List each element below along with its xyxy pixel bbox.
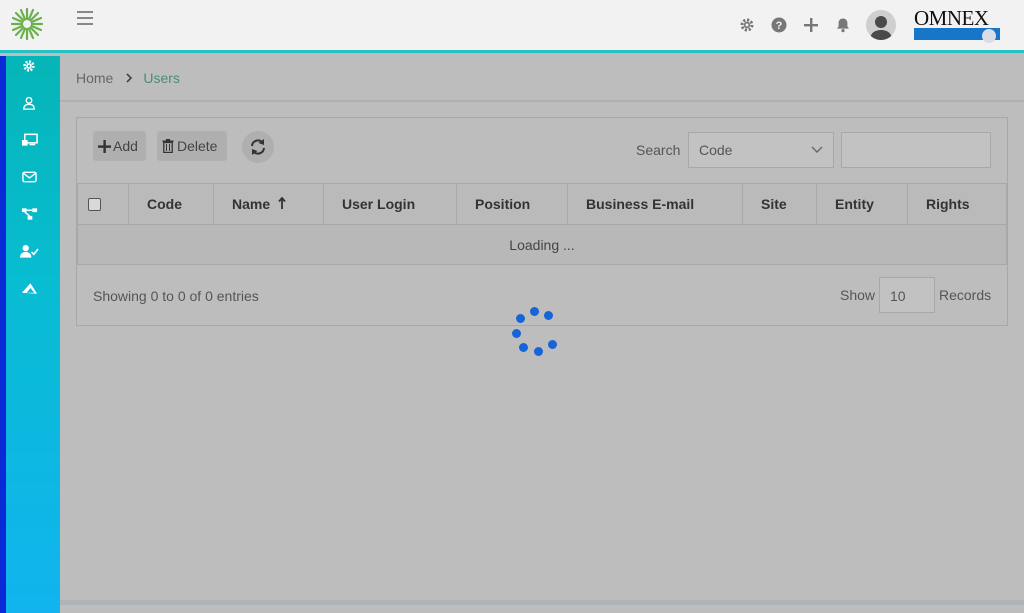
search-field-value: Code: [699, 142, 733, 158]
org-chart-icon[interactable]: [17, 202, 41, 226]
user-avatar[interactable]: [866, 10, 896, 40]
brand-bar: [914, 28, 1000, 43]
mail-icon[interactable]: [17, 165, 41, 189]
sort-ascending-icon: [278, 196, 286, 212]
settings-icon[interactable]: [17, 54, 41, 78]
search-label: Search: [636, 142, 681, 158]
plus-icon[interactable]: [802, 17, 819, 34]
add-button[interactable]: Add: [93, 131, 146, 161]
user-icon[interactable]: [17, 91, 41, 115]
column-header-business-email[interactable]: Business E-mail: [567, 183, 743, 225]
entries-info: Showing 0 to 0 of 0 entries: [93, 288, 259, 304]
search-field-select[interactable]: Code: [688, 132, 834, 168]
add-button-label: Add: [113, 138, 138, 154]
table-header-row: Code Name User Login Position Business E…: [77, 183, 1007, 225]
refresh-icon: [251, 139, 265, 155]
table-row: Loading ...: [77, 224, 1007, 265]
svg-text:?: ?: [775, 20, 782, 32]
horizontal-scrollbar[interactable]: [60, 600, 1024, 605]
chevron-right-icon: [125, 70, 133, 86]
loading-message: Loading ...: [77, 224, 1007, 265]
show-label: Show: [840, 287, 876, 303]
refresh-button[interactable]: [242, 131, 274, 163]
column-header-code[interactable]: Code: [128, 183, 214, 225]
column-header-rights[interactable]: Rights: [907, 183, 1007, 225]
bell-icon[interactable]: [834, 17, 851, 34]
column-header-site[interactable]: Site: [742, 183, 817, 225]
chevron-down-icon: [811, 146, 823, 153]
breadcrumb-home[interactable]: Home: [76, 70, 113, 86]
plus-icon: [98, 139, 111, 153]
brand-logo: OMNEX: [914, 6, 1000, 43]
loading-spinner-icon: [511, 306, 559, 356]
top-bar: ? OMNEX: [0, 0, 1024, 53]
users-table: Code Name User Login Position Business E…: [77, 183, 1007, 265]
sidebar-edge: [0, 56, 6, 613]
breadcrumb-divider: [60, 100, 1024, 102]
help-icon[interactable]: ?: [770, 17, 787, 34]
delete-button-label: Delete: [177, 138, 218, 154]
brand-name: OMNEX: [914, 6, 989, 30]
app-logo[interactable]: [10, 7, 44, 41]
user-check-icon[interactable]: [17, 239, 41, 263]
column-header-name-label: Name: [232, 196, 271, 212]
column-header-entity[interactable]: Entity: [816, 183, 908, 225]
gear-icon[interactable]: [738, 17, 755, 34]
column-header-name[interactable]: Name: [213, 183, 324, 225]
menu-toggle-button[interactable]: [77, 11, 93, 25]
origami-icon[interactable]: [17, 276, 41, 300]
records-label: Records: [939, 287, 992, 303]
users-panel: Add Delete Search Code Code Name User Lo…: [76, 117, 1008, 326]
delete-button[interactable]: Delete: [157, 131, 227, 161]
select-all-checkbox[interactable]: [88, 197, 101, 211]
page-size-select[interactable]: 10: [879, 277, 935, 313]
column-header-user-login[interactable]: User Login: [323, 183, 457, 225]
column-header-position[interactable]: Position: [456, 183, 568, 225]
monitor-icon[interactable]: [17, 128, 41, 152]
top-icons: ?: [738, 10, 896, 40]
select-all-cell: [77, 183, 129, 225]
trash-icon: [162, 139, 174, 153]
breadcrumb: Home Users: [76, 70, 180, 86]
search-input[interactable]: [841, 132, 991, 168]
breadcrumb-current[interactable]: Users: [143, 70, 180, 86]
